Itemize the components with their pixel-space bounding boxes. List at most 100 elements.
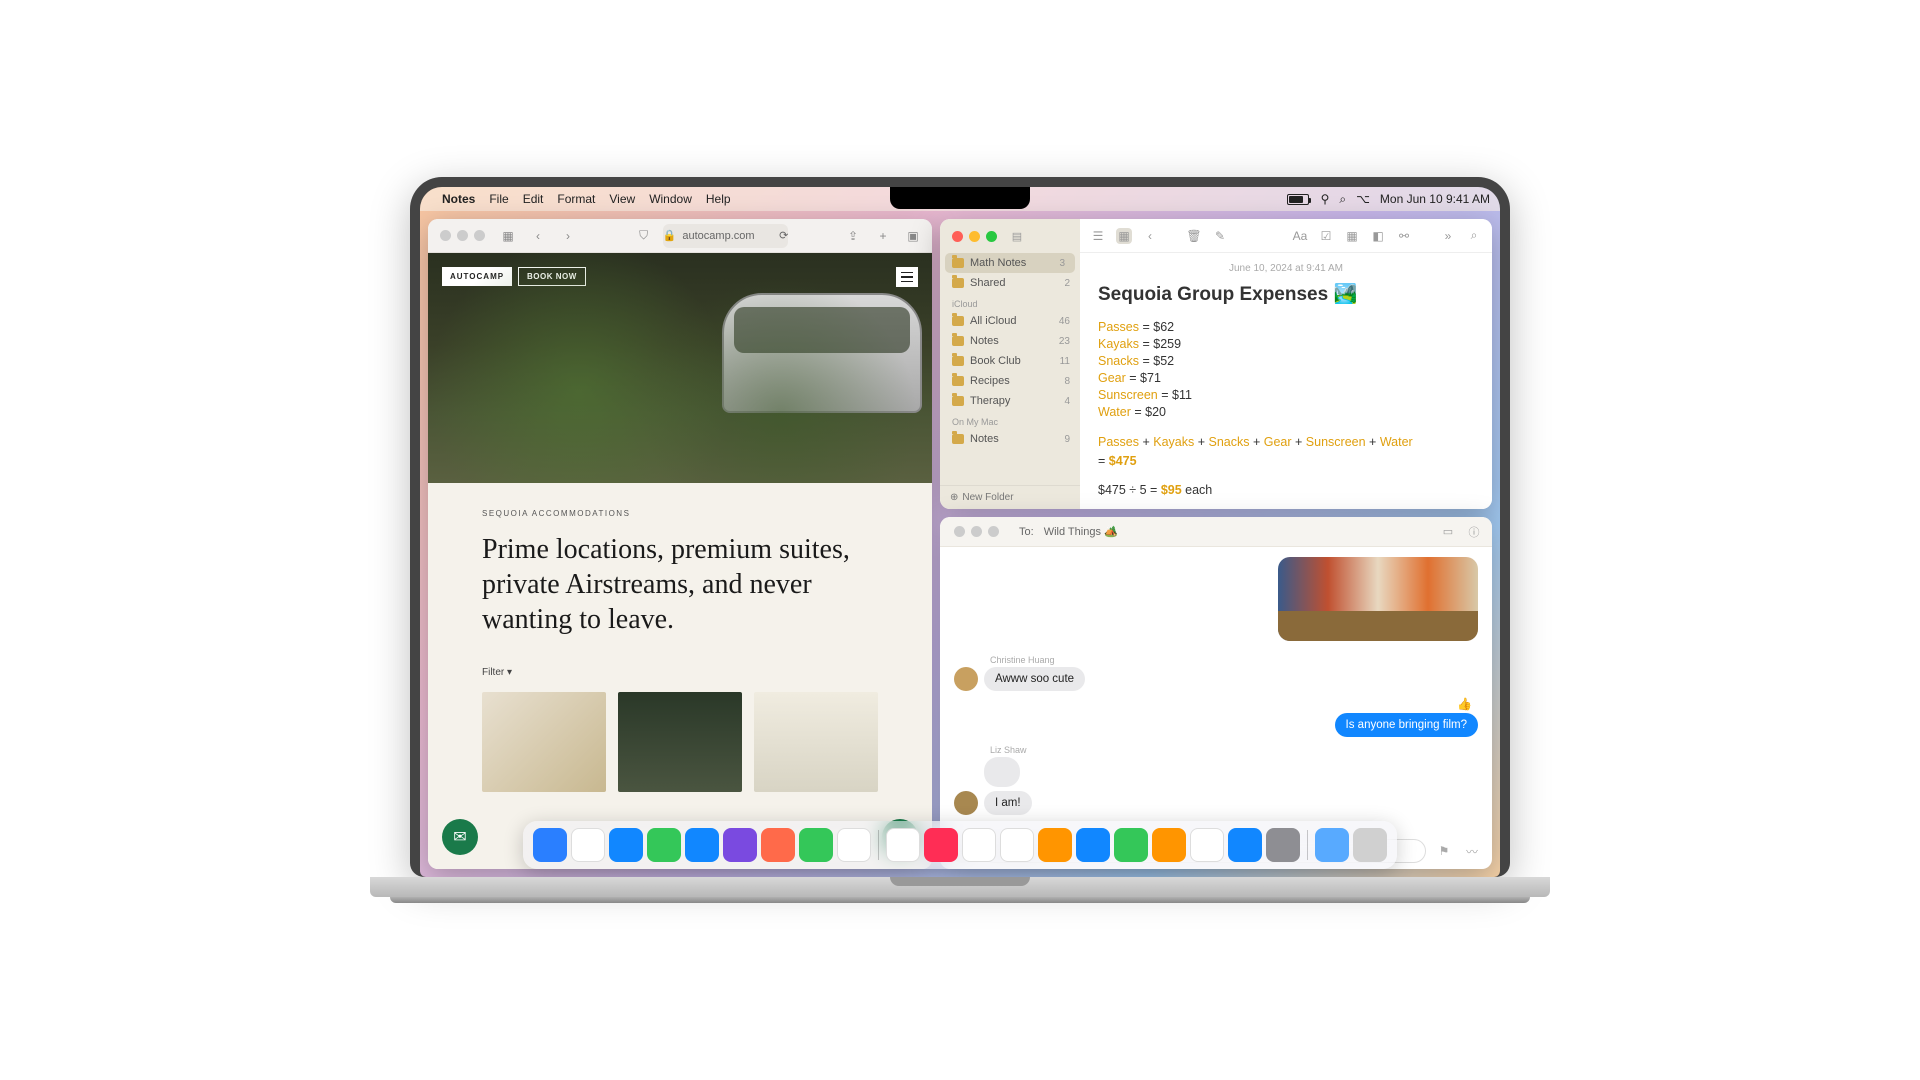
format-icon[interactable]: Aa <box>1292 228 1308 244</box>
filter-button[interactable]: Filter ▾ <box>482 667 878 678</box>
forward-button[interactable]: › <box>557 225 579 247</box>
incoming-message[interactable]: Awww soo cute <box>984 667 1085 691</box>
book-now-button[interactable]: BOOK NOW <box>518 267 586 286</box>
dock-app-icon[interactable] <box>723 828 757 862</box>
facetime-icon[interactable]: ▭ <box>1440 524 1456 540</box>
folder-shared[interactable]: Shared2 <box>940 273 1080 293</box>
listing-thumb[interactable] <box>482 692 606 792</box>
site-logo[interactable]: AUTOCAMP <box>442 267 512 286</box>
avatar[interactable] <box>954 667 978 691</box>
url-text: autocamp.com <box>682 230 754 242</box>
sender-label: Liz Shaw <box>990 745 1478 755</box>
dock-app-icon[interactable] <box>647 828 681 862</box>
url-bar[interactable]: 🔒 autocamp.com ⟳ <box>663 224 789 248</box>
folder-recipes[interactable]: Recipes8 <box>940 371 1080 391</box>
section-icloud: iCloud <box>940 293 1080 311</box>
dock-app-icon[interactable] <box>1315 828 1349 862</box>
sidebar-toggle-icon[interactable]: ▦ <box>497 225 519 247</box>
menu-window[interactable]: Window <box>649 192 692 206</box>
back-button[interactable]: ‹ <box>527 225 549 247</box>
dock-app-icon[interactable] <box>1266 828 1300 862</box>
media-icon[interactable]: ◧ <box>1370 228 1386 244</box>
dock-app-icon[interactable] <box>886 828 920 862</box>
outgoing-message[interactable]: Is anyone bringing film? <box>1335 713 1478 737</box>
formula-sum: Passes + Kayaks + Snacks + Gear + Sunscr… <box>1098 433 1474 471</box>
dock-app-icon[interactable] <box>924 828 958 862</box>
share-icon[interactable]: ⇪ <box>842 225 864 247</box>
folder-local-notes[interactable]: Notes9 <box>940 429 1080 449</box>
dock-app-icon[interactable] <box>1114 828 1148 862</box>
new-folder-button[interactable]: ⊕New Folder <box>940 485 1080 509</box>
menu-edit[interactable]: Edit <box>523 192 544 206</box>
dock-app-icon[interactable] <box>685 828 719 862</box>
dock-app-icon[interactable] <box>1228 828 1262 862</box>
wifi-icon[interactable]: ⚲ <box>1321 192 1330 206</box>
dock-app-icon[interactable] <box>1353 828 1387 862</box>
more-icon[interactable]: » <box>1440 228 1456 244</box>
privacy-icon[interactable]: ⛉ <box>633 225 655 247</box>
dock-app-icon[interactable] <box>609 828 643 862</box>
control-center-icon[interactable]: ⌥ <box>1356 192 1370 206</box>
chat-fab[interactable]: ✉ <box>442 819 478 855</box>
dock-app-icon[interactable] <box>1076 828 1110 862</box>
expense-line: Sunscreen = $11 <box>1098 388 1474 402</box>
menu-app[interactable]: Notes <box>442 192 475 206</box>
safari-window: ▦ ‹ › ⛉ 🔒 autocamp.com ⟳ ⇪ <box>428 219 932 869</box>
expense-line: Gear = $71 <box>1098 371 1474 385</box>
reload-icon[interactable]: ⟳ <box>779 229 788 242</box>
tabs-icon[interactable]: ▣ <box>902 225 924 247</box>
dock-app-icon[interactable] <box>799 828 833 862</box>
note-content[interactable]: June 10, 2024 at 9:41 AM Sequoia Group E… <box>1080 253 1492 507</box>
checklist-icon[interactable]: ☑ <box>1318 228 1334 244</box>
compose-icon[interactable]: ✎ <box>1212 228 1228 244</box>
folder-book-club[interactable]: Book Club11 <box>940 351 1080 371</box>
dock-app-icon[interactable] <box>1152 828 1186 862</box>
message-list[interactable]: Christine Huang Awww soo cute 👍 Is anyon… <box>940 547 1492 833</box>
dock-app-icon[interactable] <box>837 828 871 862</box>
expense-line: Passes = $62 <box>1098 320 1474 334</box>
menu-format[interactable]: Format <box>557 192 595 206</box>
dock-app-icon[interactable] <box>761 828 795 862</box>
folder-math-notes[interactable]: Math Notes3 <box>945 253 1075 273</box>
dock-app-icon[interactable] <box>571 828 605 862</box>
search-icon[interactable]: ⌕ <box>1466 228 1482 244</box>
folder-notes[interactable]: Notes23 <box>940 331 1080 351</box>
listing-thumb[interactable] <box>754 692 878 792</box>
folder-therapy[interactable]: Therapy4 <box>940 391 1080 411</box>
menu-help[interactable]: Help <box>706 192 731 206</box>
grid-view-icon[interactable]: ▦ <box>1116 228 1132 244</box>
tapback-reaction[interactable]: 👍 <box>1457 697 1472 711</box>
info-icon[interactable]: ⓘ <box>1466 524 1482 540</box>
dictation-icon[interactable]: ⚑ <box>1434 844 1454 858</box>
menu-view[interactable]: View <box>609 192 635 206</box>
list-view-icon[interactable]: ☰ <box>1090 228 1106 244</box>
battery-status[interactable] <box>1287 194 1311 205</box>
table-icon[interactable]: ▦ <box>1344 228 1360 244</box>
window-controls[interactable] <box>950 526 1003 537</box>
window-controls[interactable] <box>436 230 489 241</box>
sidebar-toggle-icon[interactable]: ▤ <box>1009 228 1025 244</box>
sent-photo[interactable] <box>1278 557 1478 641</box>
back-icon[interactable]: ‹ <box>1142 228 1158 244</box>
safari-content: AUTOCAMP BOOK NOW SEQUOIA ACCOMMODATIONS… <box>428 253 932 869</box>
avatar[interactable] <box>954 791 978 815</box>
dock-app-icon[interactable] <box>1038 828 1072 862</box>
dock-app-icon[interactable] <box>533 828 567 862</box>
window-controls[interactable] <box>948 231 1001 242</box>
menu-file[interactable]: File <box>489 192 508 206</box>
dock-app-icon[interactable] <box>962 828 996 862</box>
folder-all-icloud[interactable]: All iCloud46 <box>940 311 1080 331</box>
trash-icon[interactable]: 🗑 <box>1186 228 1202 244</box>
dock-app-icon[interactable] <box>1000 828 1034 862</box>
incoming-message[interactable]: I am! <box>984 791 1032 815</box>
conversation-name[interactable]: Wild Things 🏕️ <box>1044 525 1118 538</box>
new-tab-icon[interactable]: + <box>872 225 894 247</box>
menubar-clock[interactable]: Mon Jun 10 9:41 AM <box>1380 192 1490 206</box>
spotlight-icon[interactable]: ⌕ <box>1339 192 1346 207</box>
listing-thumb[interactable] <box>618 692 742 792</box>
audio-message-icon[interactable]: 〰 <box>1462 843 1482 860</box>
incoming-image[interactable] <box>984 757 1020 787</box>
link-icon[interactable]: ⚯ <box>1396 228 1412 244</box>
dock-app-icon[interactable] <box>1190 828 1224 862</box>
hamburger-menu[interactable] <box>896 267 918 287</box>
